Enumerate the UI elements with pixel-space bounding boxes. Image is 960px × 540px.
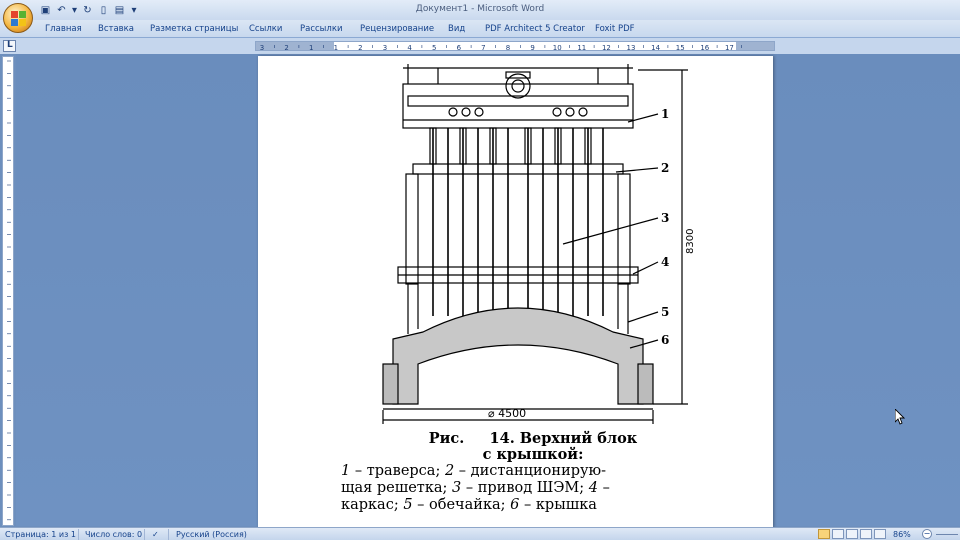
language-status[interactable]: Русский (Россия) — [176, 530, 247, 539]
ruler-label: 4 — [407, 44, 412, 52]
tab-foxit-pdf[interactable]: Foxit PDF — [595, 24, 635, 34]
ruler-label: 16 — [700, 44, 709, 52]
ruler-label: 14 — [651, 44, 660, 52]
ruler-label: 3 — [260, 44, 264, 52]
zoom-slider[interactable] — [936, 534, 958, 535]
tab-home[interactable]: Главная — [45, 24, 82, 34]
ruler-area: 3211234567891011121314151617 — [0, 38, 960, 54]
word-count-status[interactable]: Число слов: 0 — [85, 530, 142, 539]
ruler-label: 12 — [602, 44, 611, 52]
vertical-ruler[interactable] — [2, 56, 14, 526]
ruler-label: 10 — [553, 44, 562, 52]
ruler-label: 2 — [358, 44, 362, 52]
tab-mailings[interactable]: Рассылки — [300, 24, 342, 34]
tab-references[interactable]: Ссылки — [249, 24, 282, 34]
ruler-label: 2 — [284, 44, 288, 52]
diameter-dimension-label: ⌀ 4500 — [488, 407, 526, 420]
ruler-ticks: 3 2 1 1 2 3 4 5 6 7 8 9 10 11 12 13 14 15 16 17 — [260, 44, 743, 52]
ruler-label: 1 — [309, 44, 313, 52]
ruler-label: 15 — [676, 44, 685, 52]
reactor-upper-block-drawing: 1 2 3 4 5 6 8300 ⌀ 4500 — [382, 64, 696, 424]
callout-2: 2 — [661, 161, 669, 175]
page-count-status[interactable]: Страница: 1 из 1 — [5, 530, 76, 539]
tab-page-layout[interactable]: Разметка страницы — [150, 24, 238, 34]
office-logo-icon — [11, 11, 26, 26]
tab-review[interactable]: Рецензирование — [360, 24, 434, 34]
tab-view[interactable]: Вид — [448, 24, 465, 34]
callout-6: 6 — [661, 333, 669, 347]
ribbon-tabs: Главная Вставка Разметка страницы Ссылки… — [0, 20, 960, 38]
status-bar: Страница: 1 из 1 Число слов: 0 ✓ Русский… — [0, 527, 960, 540]
web-layout-view-button[interactable] — [846, 529, 858, 539]
mouse-cursor-icon — [895, 409, 905, 425]
caption-line-3: каркас; 5 – обечайка; 6 – крышка — [341, 497, 597, 513]
caption-title-line2: с крышкой: — [482, 446, 584, 463]
horizontal-ruler[interactable]: 3 2 1 1 2 3 4 5 6 7 8 9 10 11 12 13 14 15 16 17 — [255, 41, 775, 52]
caption-line-1: 1 – траверса; 2 – дистанционирую- — [341, 463, 607, 479]
document-page[interactable]: 1 2 3 4 5 6 8300 ⌀ 4500 Рис. 14. Верхний… — [258, 56, 773, 528]
callout-4: 4 — [661, 255, 669, 269]
ruler-label: 11 — [577, 44, 586, 52]
window-title: Документ1 - Microsoft Word — [415, 4, 545, 14]
ruler-label: 7 — [481, 44, 485, 52]
ruler-label: 8 — [506, 44, 510, 52]
print-layout-view-button[interactable] — [818, 529, 830, 539]
draft-view-button[interactable] — [874, 529, 886, 539]
tab-stop-selector[interactable] — [3, 40, 16, 52]
vertical-ruler-ticks — [7, 60, 11, 521]
callout-3: 3 — [661, 211, 669, 225]
full-screen-reading-view-button[interactable] — [832, 529, 844, 539]
ruler-label: 3 — [383, 44, 387, 52]
tab-insert[interactable]: Вставка — [98, 24, 134, 34]
zoom-out-icon[interactable]: − — [922, 529, 932, 539]
caption-line-2: щая решетка; 3 – привод ШЭМ; 4 – — [341, 480, 610, 496]
outline-view-button[interactable] — [860, 529, 872, 539]
ruler-label: 13 — [627, 44, 636, 52]
office-button[interactable] — [3, 3, 33, 33]
ruler-label: 17 — [725, 44, 734, 52]
ruler-label: 9 — [530, 44, 534, 52]
tab-pdf-architect[interactable]: PDF Architect 5 Creator — [485, 24, 585, 34]
title-bar: ▣ ↶ ▾ ↻ ▯ ▤ ▾ Документ1 - Microsoft Word — [0, 0, 960, 20]
caption-title-line1: Рис. 14. Верхний блок — [428, 430, 638, 447]
ruler-label: 1 — [334, 44, 338, 52]
ruler-label: 6 — [457, 44, 462, 52]
height-dimension-label: 8300 — [685, 229, 696, 254]
figure-caption: Рис. 14. Верхний блок с крышкой: 1 – тра… — [333, 431, 733, 514]
zoom-level[interactable]: 86% — [893, 530, 911, 539]
ruler-label: 5 — [432, 44, 436, 52]
callout-1: 1 — [661, 107, 669, 121]
proofing-icon[interactable]: ✓ — [152, 530, 159, 539]
callout-5: 5 — [661, 305, 669, 319]
